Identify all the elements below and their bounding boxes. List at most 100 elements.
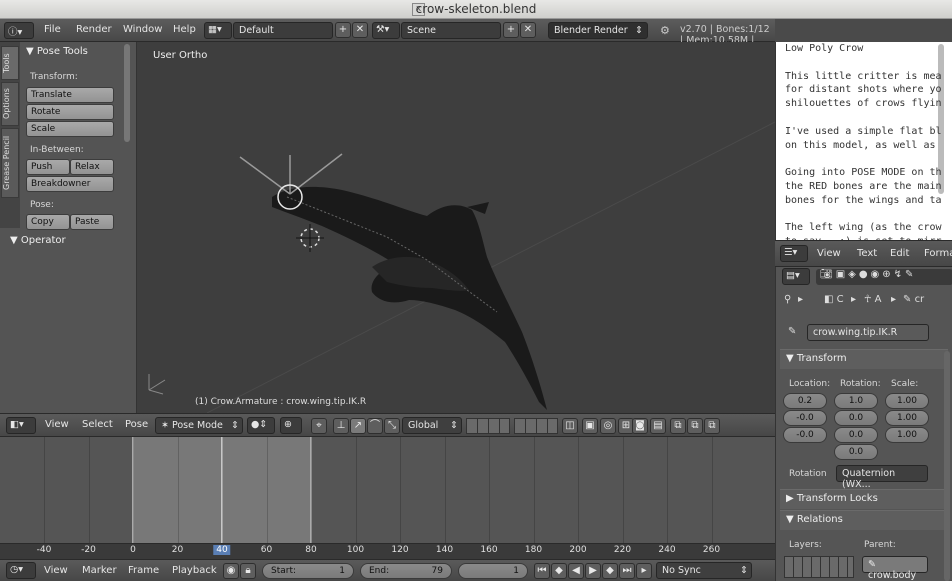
- location-z-field[interactable]: -0.0: [783, 427, 827, 443]
- rotation-w-field[interactable]: 1.0: [834, 393, 878, 409]
- next-keyframe-button[interactable]: ◆: [602, 563, 618, 579]
- text-editor-area[interactable]: Low Poly Crow This little critter is mea f…: [775, 42, 952, 240]
- menu-frame[interactable]: Frame: [128, 565, 159, 576]
- menu-file[interactable]: File: [44, 24, 61, 35]
- editor-type-properties-button[interactable]: ▤▾: [782, 268, 810, 285]
- jump-start-button[interactable]: ⏮: [534, 563, 550, 579]
- timeline-area[interactable]: [0, 437, 775, 543]
- render-view-button[interactable]: ◙: [632, 418, 648, 434]
- render-engine-select[interactable]: Blender Render ⇕: [548, 22, 648, 39]
- breadcrumb-object[interactable]: ◧ C: [824, 294, 844, 305]
- transform-panel-header[interactable]: ▼ Transform: [780, 349, 948, 369]
- paste-pose-header-button[interactable]: ⧉: [687, 418, 703, 434]
- scene-icon-button[interactable]: ⚒▾: [372, 22, 400, 39]
- menu-playback[interactable]: Playback: [172, 565, 217, 576]
- location-x-field[interactable]: 0.2: [783, 393, 827, 409]
- render-anim-button[interactable]: ▤: [650, 418, 666, 434]
- breadcrumb-armature[interactable]: ☥ A: [864, 294, 881, 305]
- jump-end-button[interactable]: ⏭: [619, 563, 635, 579]
- add-scene-button[interactable]: +: [503, 22, 519, 38]
- current-frame-field[interactable]: 1: [458, 563, 528, 579]
- add-layout-button[interactable]: +: [335, 22, 351, 38]
- play-options-button[interactable]: ▸: [636, 563, 652, 579]
- transform-orientation-select[interactable]: Global ⇕: [402, 417, 462, 434]
- pose-tools-panel-header[interactable]: ▼ Pose Tools: [26, 46, 88, 57]
- layer-lock-button[interactable]: ◫: [562, 418, 578, 434]
- parent-bone-field[interactable]: ✎ crow.body: [862, 556, 928, 581]
- scale-button[interactable]: Scale: [26, 121, 114, 137]
- relax-button[interactable]: Relax: [70, 159, 114, 175]
- viewport-shading-select[interactable]: ●⇕: [247, 417, 275, 434]
- rotate-manipulator-button[interactable]: ↗: [350, 418, 366, 434]
- properties-scrollbar[interactable]: [944, 351, 950, 581]
- menu-render[interactable]: Render: [76, 24, 112, 35]
- proportional-button[interactable]: ◎: [600, 418, 616, 434]
- auto-keying-button[interactable]: ◉: [223, 563, 239, 579]
- paste-flipped-button[interactable]: ⧉: [704, 418, 720, 434]
- menu-help[interactable]: Help: [173, 24, 196, 35]
- menu-window[interactable]: Window: [123, 24, 162, 35]
- copy-pose-header-button[interactable]: ⧉: [670, 418, 686, 434]
- rotation-mode-select[interactable]: Quaternion (WX...: [836, 465, 928, 490]
- scale-y-field[interactable]: 1.00: [885, 410, 929, 426]
- breadcrumb-bone[interactable]: ✎ cr: [903, 294, 924, 305]
- push-button[interactable]: Push: [26, 159, 70, 175]
- editor-type-3d-button[interactable]: ◧▾: [6, 417, 36, 434]
- manipulator-toggle[interactable]: ⌖: [311, 418, 327, 434]
- scale-x-field[interactable]: 1.00: [885, 393, 929, 409]
- rotation-y-field[interactable]: 0.0: [834, 427, 878, 443]
- menu-text[interactable]: Text: [857, 248, 877, 259]
- end-frame-field[interactable]: End: 79: [360, 563, 452, 579]
- curve-manipulator-button[interactable]: ⌒: [367, 418, 383, 434]
- editor-type-text-button[interactable]: ☰▾: [780, 245, 808, 262]
- editor-type-info-button[interactable]: ⓘ▾: [4, 22, 34, 39]
- start-frame-field[interactable]: Start: 1: [262, 563, 354, 579]
- 3d-viewport[interactable]: User Ortho (1) Crow.Armature : crow.wing…: [137, 42, 775, 413]
- translate-button[interactable]: Translate: [26, 87, 114, 103]
- scale-manipulator-button[interactable]: ⤡: [384, 418, 400, 434]
- tab-grease-pencil[interactable]: Grease Pencil: [1, 128, 19, 198]
- mode-select[interactable]: ✶ Pose Mode ⇕: [155, 417, 243, 434]
- keying-lock-button[interactable]: 🔒︎: [240, 563, 256, 579]
- menu-format[interactable]: Forma: [924, 248, 952, 259]
- rotation-x-field[interactable]: 0.0: [834, 410, 878, 426]
- pose-lib-button[interactable]: ▣: [582, 418, 598, 434]
- sync-mode-select[interactable]: No Sync ⇕: [656, 562, 752, 579]
- menu-pose[interactable]: Pose: [125, 419, 148, 430]
- tab-tools[interactable]: Tools: [1, 46, 19, 80]
- translate-manipulator-button[interactable]: ⊥: [333, 418, 349, 434]
- rotate-button[interactable]: Rotate: [26, 104, 114, 120]
- timeline-ruler[interactable]: -40 -20 0 20 40 60 80 100 120 140 160 180 200 220 240 2…: [0, 543, 775, 559]
- breakdowner-button[interactable]: Breakdowner: [26, 176, 114, 192]
- rotation-z-field[interactable]: 0.0: [834, 444, 878, 460]
- prev-keyframe-button[interactable]: ◆: [551, 563, 567, 579]
- editor-type-timeline-button[interactable]: ◷▾: [6, 562, 36, 579]
- bone-layers-grid[interactable]: [784, 556, 854, 578]
- scene-field[interactable]: Scene: [401, 22, 501, 39]
- screen-layout-field[interactable]: Default: [233, 22, 333, 39]
- screen-layout-icon-button[interactable]: ▦▾: [204, 22, 232, 39]
- play-reverse-button[interactable]: ◀: [568, 563, 584, 579]
- menu-marker[interactable]: Marker: [82, 565, 117, 576]
- operator-panel-header[interactable]: ▼ Operator: [10, 235, 66, 246]
- remove-layout-button[interactable]: ✕: [352, 22, 368, 38]
- layer-buttons-group-1[interactable]: [466, 418, 510, 434]
- properties-context-tabs[interactable]: 📷︎▣◈●◉⊕↯✎: [816, 269, 952, 285]
- copy-pose-button[interactable]: Copy: [26, 214, 70, 230]
- menu-text-view[interactable]: View: [817, 248, 841, 259]
- menu-edit[interactable]: Edit: [890, 248, 909, 259]
- tab-options[interactable]: Options: [1, 82, 19, 126]
- menu-view[interactable]: View: [45, 419, 69, 430]
- paste-pose-button[interactable]: Paste: [70, 214, 114, 230]
- relations-panel-header[interactable]: ▼ Relations: [780, 510, 948, 530]
- scale-z-field[interactable]: 1.00: [885, 427, 929, 443]
- menu-timeline-view[interactable]: View: [44, 565, 68, 576]
- remove-scene-button[interactable]: ✕: [520, 22, 536, 38]
- pivot-select[interactable]: ⊕: [280, 417, 302, 434]
- location-y-field[interactable]: -0.0: [783, 410, 827, 426]
- menu-select[interactable]: Select: [82, 419, 113, 430]
- pin-icon[interactable]: ⚲: [784, 294, 791, 305]
- bone-name-field[interactable]: crow.wing.tip.IK.R: [807, 324, 929, 341]
- layer-buttons-group-2[interactable]: [514, 418, 558, 434]
- tool-shelf-scrollbar[interactable]: [124, 44, 130, 142]
